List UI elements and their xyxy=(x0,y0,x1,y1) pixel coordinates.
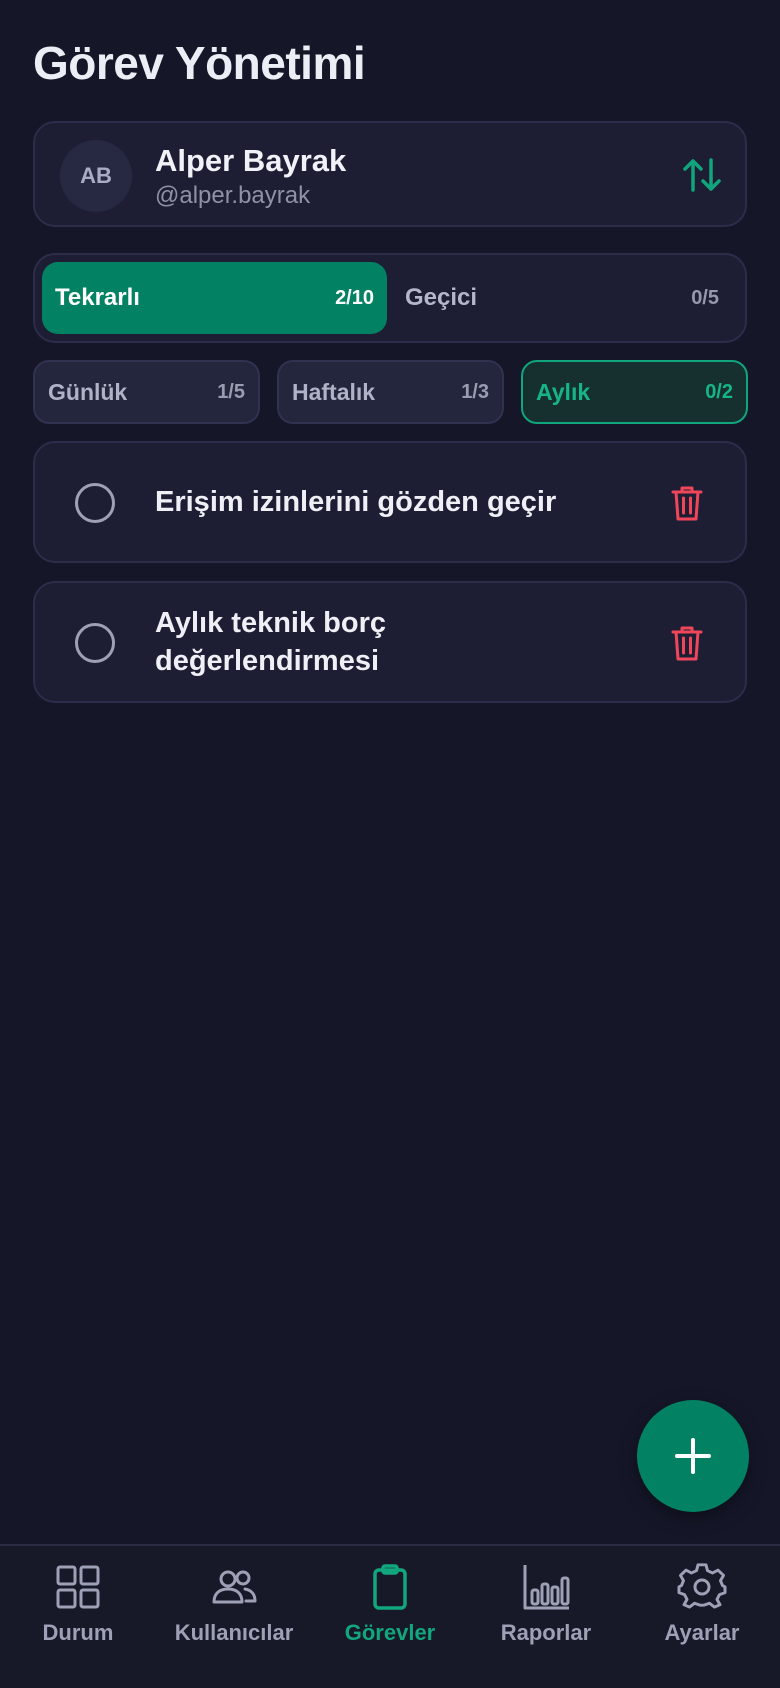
user-name: Alper Bayrak xyxy=(155,143,347,178)
task-checkbox[interactable] xyxy=(75,623,115,663)
chip-label: Aylık xyxy=(536,378,591,405)
tab-temporary-count: 0/5 xyxy=(691,286,719,309)
nav-item-tasks[interactable]: Görevler xyxy=(312,1562,468,1662)
chip-label: Günlük xyxy=(48,378,128,405)
gear-icon xyxy=(677,1563,727,1609)
plus-icon xyxy=(675,1438,711,1474)
tab-recurring[interactable]: Tekrarlı 2/10 xyxy=(42,262,387,334)
bar-chart-icon xyxy=(523,1565,570,1610)
task-title: Aylık teknik borç değerlendirmesi xyxy=(155,607,387,677)
task-title: Erişim izinlerini gözden geçir xyxy=(155,486,557,518)
avatar: AB xyxy=(60,140,132,212)
clipboard-icon xyxy=(373,1564,407,1610)
bottom-navigation: Durum Kullanıcılar Görevler Raporlar Aya… xyxy=(0,1544,780,1688)
tab-recurring-label: Tekrarlı xyxy=(55,284,140,311)
swap-vertical-icon xyxy=(683,158,721,192)
trash-icon[interactable] xyxy=(671,625,703,661)
nav-label: Durum xyxy=(42,1620,114,1645)
filter-chip-monthly[interactable]: Aylık 0/2 xyxy=(521,360,748,424)
nav-label: Raporlar xyxy=(500,1620,592,1645)
task-item[interactable]: Aylık teknik borç değerlendirmesi xyxy=(33,581,747,703)
chip-label: Haftalık xyxy=(292,378,376,405)
task-management-screen: Görev Yönetimi AB Alper Bayrak @alper.ba… xyxy=(0,0,780,1688)
chip-count: 0/2 xyxy=(705,380,733,403)
chip-count: 1/5 xyxy=(217,380,245,403)
task-checkbox[interactable] xyxy=(75,483,115,523)
add-task-button[interactable] xyxy=(637,1400,749,1512)
tab-temporary-label: Geçici xyxy=(405,284,478,311)
nav-label: Ayarlar xyxy=(664,1620,740,1645)
switch-user-button[interactable] xyxy=(681,155,723,195)
task-type-segmented-control: Tekrarlı 2/10 Geçici 0/5 xyxy=(33,253,747,343)
nav-label: Görevler xyxy=(344,1620,436,1645)
tab-recurring-count: 2/10 xyxy=(335,286,374,309)
trash-icon[interactable] xyxy=(671,485,703,521)
nav-item-status[interactable]: Durum xyxy=(0,1562,156,1662)
nav-item-settings[interactable]: Ayarlar xyxy=(624,1562,780,1662)
user-handle: @alper.bayrak xyxy=(155,182,311,209)
user-card[interactable]: AB Alper Bayrak @alper.bayrak xyxy=(33,121,747,227)
nav-item-reports[interactable]: Raporlar xyxy=(468,1562,624,1662)
nav-item-users[interactable]: Kullanıcılar xyxy=(156,1562,312,1662)
tab-temporary[interactable]: Geçici 0/5 xyxy=(392,262,739,334)
filter-chip-weekly[interactable]: Haftalık 1/3 xyxy=(277,360,504,424)
task-item[interactable]: Erişim izinlerini gözden geçir xyxy=(33,441,747,563)
nav-label: Kullanıcılar xyxy=(174,1620,294,1645)
page-title: Görev Yönetimi xyxy=(33,37,366,89)
grid-icon xyxy=(56,1565,100,1609)
filter-chip-daily[interactable]: Günlük 1/5 xyxy=(33,360,260,424)
chip-count: 1/3 xyxy=(461,380,489,403)
users-icon xyxy=(212,1570,257,1604)
